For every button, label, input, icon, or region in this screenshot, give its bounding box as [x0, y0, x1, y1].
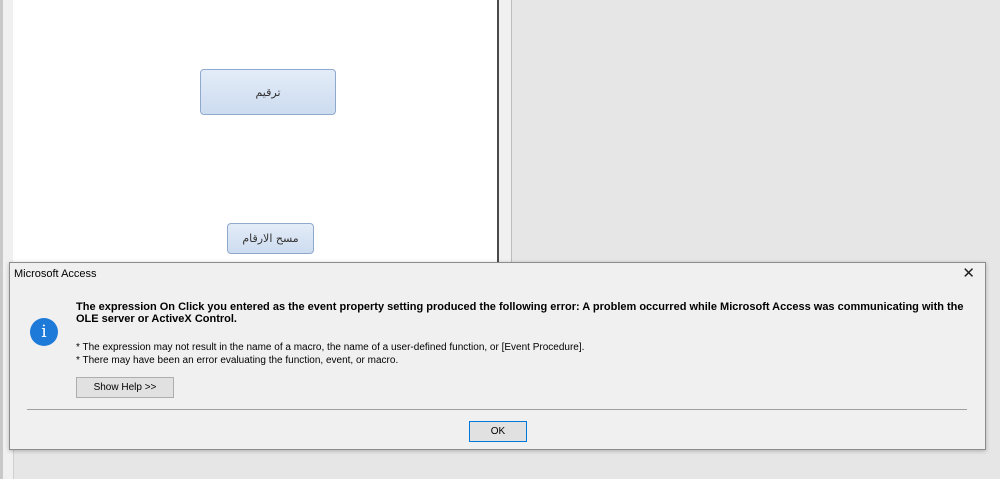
ok-button[interactable]: OK: [469, 421, 527, 442]
detail-line-2: * There may have been an error evaluatin…: [76, 355, 399, 366]
error-details: * The expression may not result in the n…: [76, 341, 584, 367]
dialog-title: Microsoft Access: [14, 268, 97, 280]
error-message: The expression On Click you entered as t…: [76, 301, 964, 325]
show-help-button[interactable]: Show Help >>: [76, 377, 174, 398]
info-icon: i: [30, 318, 58, 346]
error-dialog: Microsoft Access ✕ i The expression On C…: [9, 262, 986, 450]
number-button[interactable]: ترقيم: [200, 69, 336, 115]
close-icon[interactable]: ✕: [962, 266, 975, 282]
detail-line-1: * The expression may not result in the n…: [76, 342, 585, 353]
dialog-separator: [27, 409, 967, 410]
clear-numbers-button[interactable]: مسح الارقام: [227, 223, 314, 254]
form-side-strip: [499, 0, 511, 262]
